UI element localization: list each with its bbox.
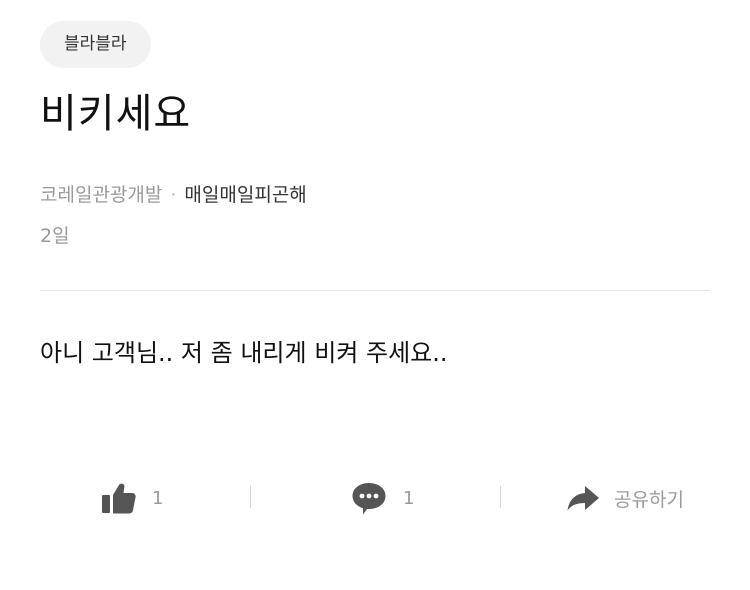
comment-count: 1	[403, 487, 415, 509]
thumbs-up-icon	[101, 481, 137, 515]
author-name[interactable]: 매일매일피곤해	[184, 184, 306, 206]
company-name[interactable]: 코레일관광개발	[40, 184, 162, 206]
share-button[interactable]: 공유하기	[566, 478, 684, 518]
action-bar: 1 1 공유하기	[0, 478, 750, 518]
like-button[interactable]: 1	[101, 478, 163, 518]
post-meta: 코레일관광개발 · 매일매일피곤해	[40, 181, 307, 209]
category-chip[interactable]: 블라블라	[40, 21, 151, 68]
share-label: 공유하기	[614, 488, 684, 511]
divider	[40, 290, 710, 291]
post-time: 2일	[40, 225, 70, 247]
share-arrow-icon	[566, 484, 600, 512]
post-title: 비키세요	[40, 91, 192, 137]
meta-separator: ·	[170, 184, 177, 206]
comment-button[interactable]: 1	[350, 478, 414, 518]
post-content: 아니 고객님.. 저 좀 내리게 비켜 주세요..	[40, 339, 448, 367]
like-count: 1	[152, 487, 164, 509]
action-separator	[500, 486, 501, 508]
speech-bubble-icon	[350, 480, 388, 516]
action-separator	[250, 486, 251, 508]
